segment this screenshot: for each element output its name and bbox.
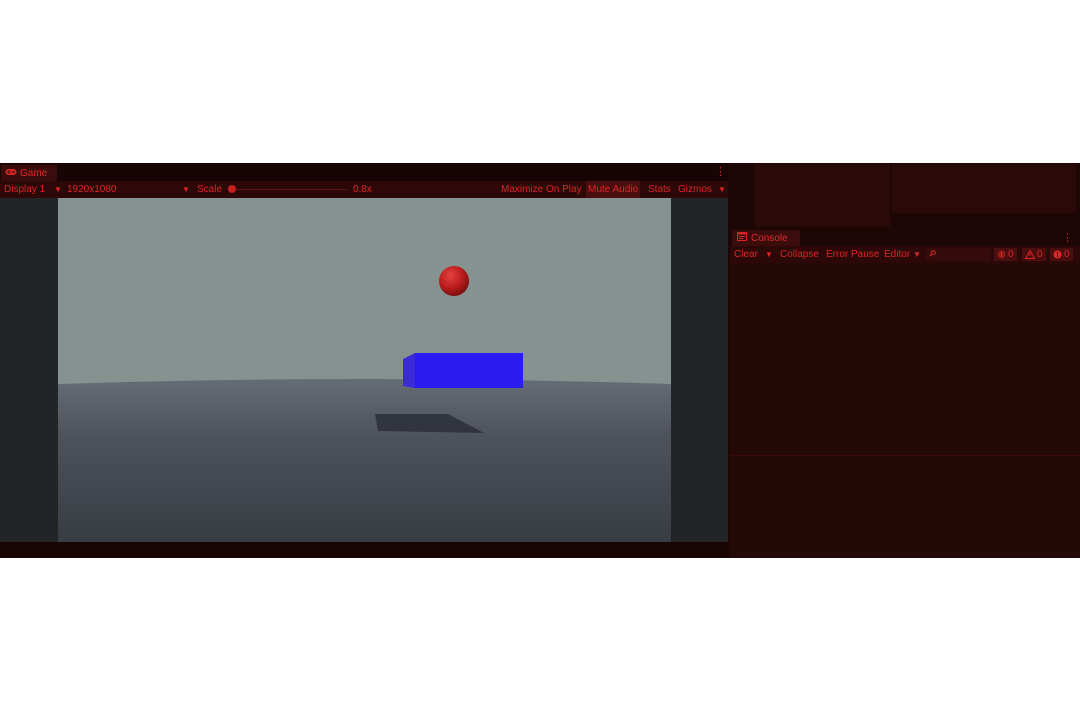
log-count: 0	[1008, 249, 1014, 260]
editor-dropdown-arrow-icon[interactable]: ▼	[913, 246, 921, 263]
console-panel: Console ⋮ Clear ▼ Collapse Error Pause E…	[730, 229, 1080, 558]
stats-button[interactable]: Stats	[646, 181, 673, 198]
empty-panel-right	[892, 163, 1076, 213]
tab-console-label: Console	[751, 232, 788, 244]
display-dropdown[interactable]: Display 1	[4, 181, 45, 198]
editor-dropdown[interactable]: Editor	[884, 246, 910, 263]
log-count-toggle[interactable]: 0	[994, 248, 1017, 261]
resolution-dropdown-arrow-icon[interactable]: ▼	[182, 181, 190, 198]
empty-panel-left	[754, 163, 890, 227]
error-pause-button[interactable]: Error Pause	[826, 246, 879, 263]
tab-console[interactable]: Console	[732, 230, 800, 246]
resolution-dropdown[interactable]: 1920x1080	[67, 181, 117, 198]
warning-count-toggle[interactable]: 0	[1022, 248, 1046, 261]
scale-label: Scale	[197, 184, 223, 195]
error-count: 0	[1064, 249, 1070, 260]
game-viewport[interactable]	[58, 198, 671, 542]
mute-audio-button[interactable]: Mute Audio	[586, 181, 641, 198]
console-tab-bar: Console ⋮	[730, 229, 1080, 246]
collapse-button[interactable]: Collapse	[780, 246, 819, 263]
ground-plane	[58, 379, 671, 542]
warning-count: 0	[1037, 249, 1043, 260]
console-log-list[interactable]	[730, 263, 1080, 455]
game-toolbar: Display 1 ▼ 1920x1080 ▼ Scale 0.8x Maxim…	[0, 181, 728, 198]
warning-icon	[1025, 250, 1035, 259]
console-toolbar: Clear ▼ Collapse Error Pause Editor ▼ 0	[730, 246, 1080, 263]
gamepad-icon	[5, 168, 17, 179]
gizmos-dropdown-arrow-icon[interactable]: ▼	[718, 181, 726, 198]
top-right-panels	[730, 163, 1080, 229]
clear-button[interactable]: Clear	[734, 246, 758, 263]
tab-game-label: Game	[20, 167, 48, 179]
blue-box	[403, 353, 523, 388]
scale-value: 0.8x	[353, 184, 372, 195]
scale-slider-handle[interactable]	[228, 185, 236, 193]
maximize-on-play-button[interactable]: Maximize On Play	[499, 181, 584, 198]
tab-game[interactable]: Game	[1, 165, 57, 181]
scale-slider-track[interactable]	[232, 189, 347, 190]
sky	[58, 198, 671, 388]
red-sphere	[439, 266, 469, 296]
error-icon	[1053, 250, 1062, 259]
gizmos-button[interactable]: Gizmos	[676, 181, 714, 198]
game-status-bar	[0, 542, 728, 558]
console-more-options-icon[interactable]: ⋮	[1062, 232, 1073, 244]
game-panel: Game ⋮ Display 1 ▼ 1920x1080 ▼ Scale 0.8…	[0, 163, 728, 558]
search-icon	[929, 250, 936, 259]
game-more-options-icon[interactable]: ⋮	[715, 166, 726, 178]
unity-editor: Game ⋮ Display 1 ▼ 1920x1080 ▼ Scale 0.8…	[0, 163, 1080, 558]
console-search-input[interactable]	[926, 248, 990, 261]
game-tab-bar: Game ⋮	[0, 163, 728, 181]
display-dropdown-arrow-icon[interactable]: ▼	[54, 181, 62, 198]
info-icon	[997, 250, 1006, 259]
clear-dropdown-arrow-icon[interactable]: ▼	[765, 246, 773, 263]
error-count-toggle[interactable]: 0	[1050, 248, 1073, 261]
console-detail-area	[730, 456, 1080, 558]
console-icon	[737, 232, 747, 244]
